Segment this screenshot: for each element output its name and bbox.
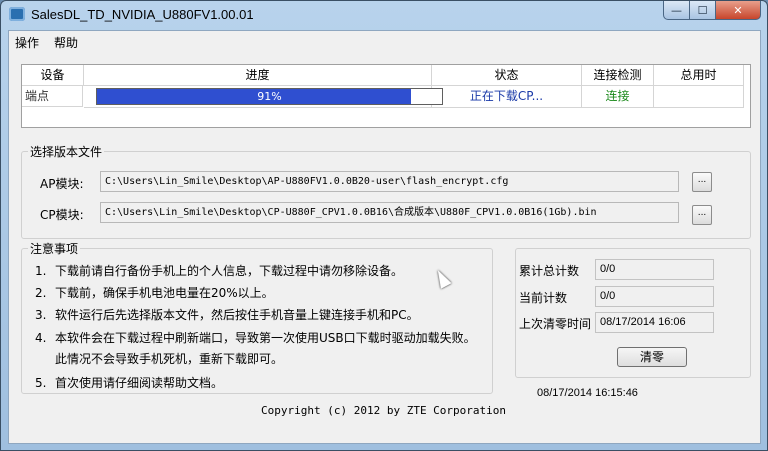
- maximize-button[interactable]: ☐: [690, 1, 716, 20]
- note-item: 5. 首次使用请仔细阅读帮助文档。: [35, 376, 224, 390]
- cell-connection: 连接: [582, 86, 654, 108]
- cell-total-time: [654, 86, 744, 108]
- minimize-button[interactable]: —: [663, 1, 690, 20]
- window-controls: — ☐ ✕: [663, 1, 761, 20]
- menu-bar: 操作 帮助: [9, 31, 760, 51]
- close-button[interactable]: ✕: [716, 1, 761, 20]
- ap-browse-button[interactable]: ...: [692, 172, 712, 192]
- note-item: 4. 本软件会在下载过程中刷新端口，导致第一次使用USB口下载时驱动加载失败。: [35, 331, 476, 345]
- note-item: 此情况不会导致手机死机，重新下载即可。: [55, 352, 284, 366]
- current-count-label: 当前计数: [519, 291, 568, 305]
- title-bar[interactable]: SalesDL_TD_NVIDIA_U880FV1.00.01 — ☐ ✕: [1, 1, 767, 29]
- note-item: 1. 下载前请自行备份手机上的个人信息，下载过程中请勿移除设备。: [35, 264, 404, 278]
- window-title: SalesDL_TD_NVIDIA_U880FV1.00.01: [31, 7, 254, 22]
- minimize-icon: —: [671, 3, 682, 17]
- cell-status: 正在下载CP...: [432, 86, 582, 108]
- total-count-label: 累计总计数: [519, 264, 580, 278]
- cp-label: CP模块:: [40, 208, 84, 222]
- col-header-total-time: 总用时: [654, 65, 744, 86]
- notes-title: 注意事项: [28, 240, 81, 257]
- client-area: 操作 帮助 设备 进度 状态 连接检测 总用时 端点 91% 正在下载CP...…: [8, 30, 761, 444]
- menu-operate[interactable]: 操作: [15, 34, 39, 51]
- last-clear-label: 上次清零时间: [519, 317, 592, 331]
- version-group-title: 选择版本文件: [28, 143, 105, 160]
- stats-group: 累计总计数 0/0 当前计数 0/0 上次清零时间 08/17/2014 16:…: [515, 248, 751, 378]
- progress-text: 91%: [257, 90, 282, 103]
- col-header-device: 设备: [22, 65, 84, 86]
- close-icon: ✕: [733, 3, 743, 17]
- cell-device: 端点: [22, 86, 83, 107]
- maximize-icon: ☐: [697, 3, 708, 17]
- note-item: 3. 软件运行后先选择版本文件，然后按住手机音量上键连接手机和PC。: [35, 308, 419, 322]
- notes-group: 注意事项 1. 下载前请自行备份手机上的个人信息，下载过程中请勿移除设备。 2. 下…: [21, 240, 493, 394]
- total-count-value: 0/0: [595, 259, 714, 280]
- device-grid: 设备 进度 状态 连接检测 总用时 端点 91% 正在下载CP... 连接: [21, 64, 751, 128]
- last-clear-value: 08/17/2014 16:06: [595, 312, 714, 333]
- ap-path-field[interactable]: C:\Users\Lin_Smile\Desktop\AP-U880FV1.0.…: [100, 171, 679, 192]
- app-window: SalesDL_TD_NVIDIA_U880FV1.00.01 — ☐ ✕ 操作…: [0, 0, 768, 451]
- app-icon: [9, 7, 25, 21]
- cp-browse-button[interactable]: ...: [692, 205, 712, 225]
- clear-button[interactable]: 清零: [617, 347, 687, 367]
- version-file-group: 选择版本文件 AP模块: C:\Users\Lin_Smile\Desktop\…: [21, 143, 751, 239]
- col-header-progress: 进度: [84, 65, 432, 86]
- menu-help[interactable]: 帮助: [54, 34, 78, 51]
- col-header-status: 状态: [432, 65, 582, 86]
- current-count-value: 0/0: [595, 286, 714, 307]
- cp-path-field[interactable]: C:\Users\Lin_Smile\Desktop\CP-U880F_CPV1…: [100, 202, 679, 223]
- ap-label: AP模块:: [40, 177, 84, 191]
- note-item: 2. 下载前，确保手机电池电量在20%以上。: [35, 286, 274, 300]
- status-datetime: 08/17/2014 16:15:46: [537, 387, 638, 399]
- col-header-connection: 连接检测: [582, 65, 654, 86]
- copyright-text: Copyright (c) 2012 by ZTE Corporation: [261, 404, 507, 417]
- download-progress-bar: 91%: [96, 88, 443, 105]
